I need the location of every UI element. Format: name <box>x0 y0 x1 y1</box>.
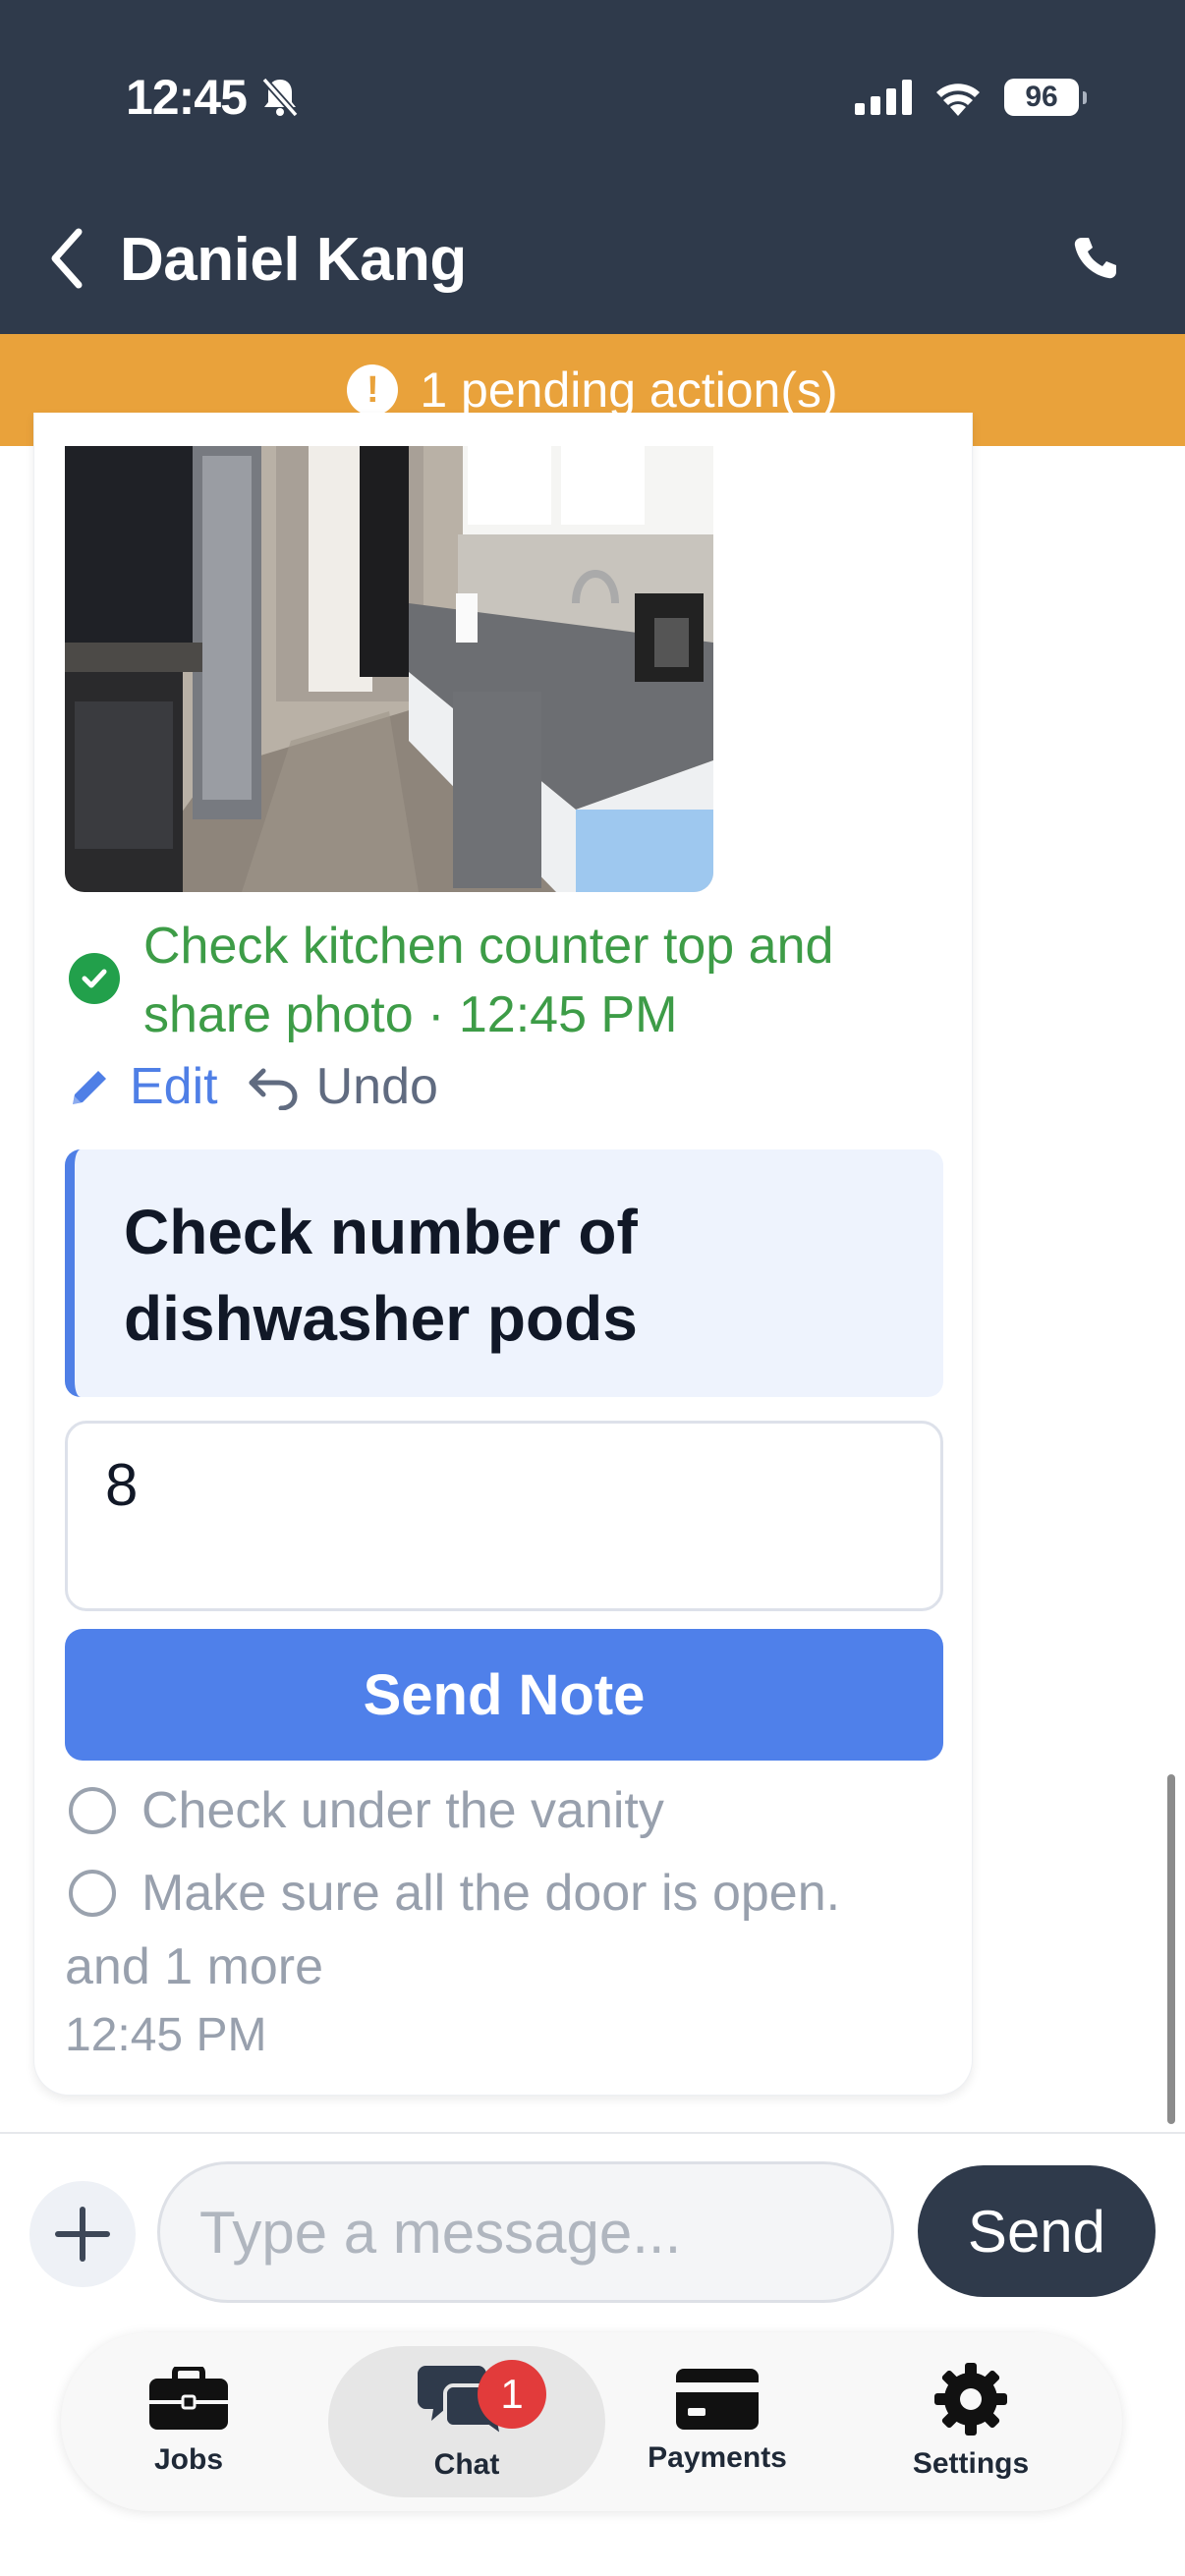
task-actions: Edit Undo <box>67 1055 438 1118</box>
alert-icon: ! <box>347 364 399 416</box>
attach-button[interactable] <box>29 2181 136 2287</box>
pending-actions-text: 1 pending action(s) <box>420 363 838 418</box>
phone-icon <box>1074 238 1116 279</box>
battery-indicator: 96 <box>1004 79 1087 116</box>
tab-label: Chat <box>433 2448 500 2481</box>
todo-item[interactable]: Check under the vanity <box>69 1780 664 1841</box>
contact-name: Daniel Kang <box>120 225 467 294</box>
tab-label: Payments <box>648 2441 787 2474</box>
plus-icon <box>55 2207 110 2262</box>
bottom-tab-bar: Jobs Chat 1 Payments Settings <box>61 2332 1122 2511</box>
app-header: 12:45 96 Daniel Kang <box>0 0 1185 334</box>
wifi-icon <box>936 84 980 116</box>
composer-divider <box>0 2132 1185 2134</box>
completed-task-text: Check kitchen counter top and share phot… <box>143 918 834 1043</box>
tab-label: Jobs <box>153 2443 224 2476</box>
radio-empty-icon[interactable] <box>69 1870 116 1917</box>
undo-button[interactable]: Undo <box>316 1057 438 1116</box>
tab-chat[interactable]: Chat 1 <box>328 2346 605 2497</box>
unread-badge: 1 <box>478 2360 546 2429</box>
todo-item[interactable]: Make sure all the door is open. <box>69 1863 840 1924</box>
todo-label: Check under the vanity <box>141 1782 664 1839</box>
gear-icon <box>934 2363 1007 2436</box>
tab-jobs[interactable]: Jobs <box>71 2346 307 2497</box>
cellular-signal-icon <box>855 80 912 115</box>
status-time-group: 12:45 <box>126 63 300 132</box>
note-input-field[interactable]: 8 <box>65 1421 943 1611</box>
tab-payments[interactable]: Payments <box>599 2346 835 2497</box>
message-input[interactable] <box>157 2161 894 2303</box>
send-note-button[interactable]: Send Note <box>65 1629 943 1761</box>
scrollbar[interactable] <box>1167 1774 1175 2124</box>
message-timestamp: 12:45 PM <box>65 2009 267 2061</box>
edit-button[interactable]: Edit <box>130 1057 218 1116</box>
radio-empty-icon[interactable] <box>69 1787 116 1834</box>
bell-muted-icon <box>261 77 299 118</box>
todo-label: Make sure all the door is open. <box>141 1865 841 1922</box>
pencil-icon[interactable] <box>67 1063 114 1110</box>
back-button[interactable] <box>45 224 88 293</box>
current-task-prompt: Check number of dishwasher pods <box>65 1149 943 1397</box>
status-indicators: 96 <box>855 67 1087 128</box>
check-circle-icon <box>69 953 120 1004</box>
tab-label: Settings <box>912 2447 1030 2480</box>
kitchen-image <box>65 446 713 892</box>
completed-task-row: Check kitchen counter top and share phot… <box>69 912 914 1049</box>
credit-card-icon <box>676 2369 759 2430</box>
status-time: 12:45 <box>126 70 248 125</box>
briefcase-icon <box>149 2367 228 2430</box>
chevron-left-icon <box>51 228 83 289</box>
tab-settings[interactable]: Settings <box>853 2346 1089 2497</box>
more-tasks-text[interactable]: and 1 more <box>65 1937 323 1996</box>
call-button[interactable] <box>1065 228 1126 289</box>
send-button[interactable]: Send <box>918 2165 1156 2297</box>
undo-icon[interactable] <box>246 1063 301 1110</box>
kitchen-photo[interactable] <box>65 446 713 892</box>
